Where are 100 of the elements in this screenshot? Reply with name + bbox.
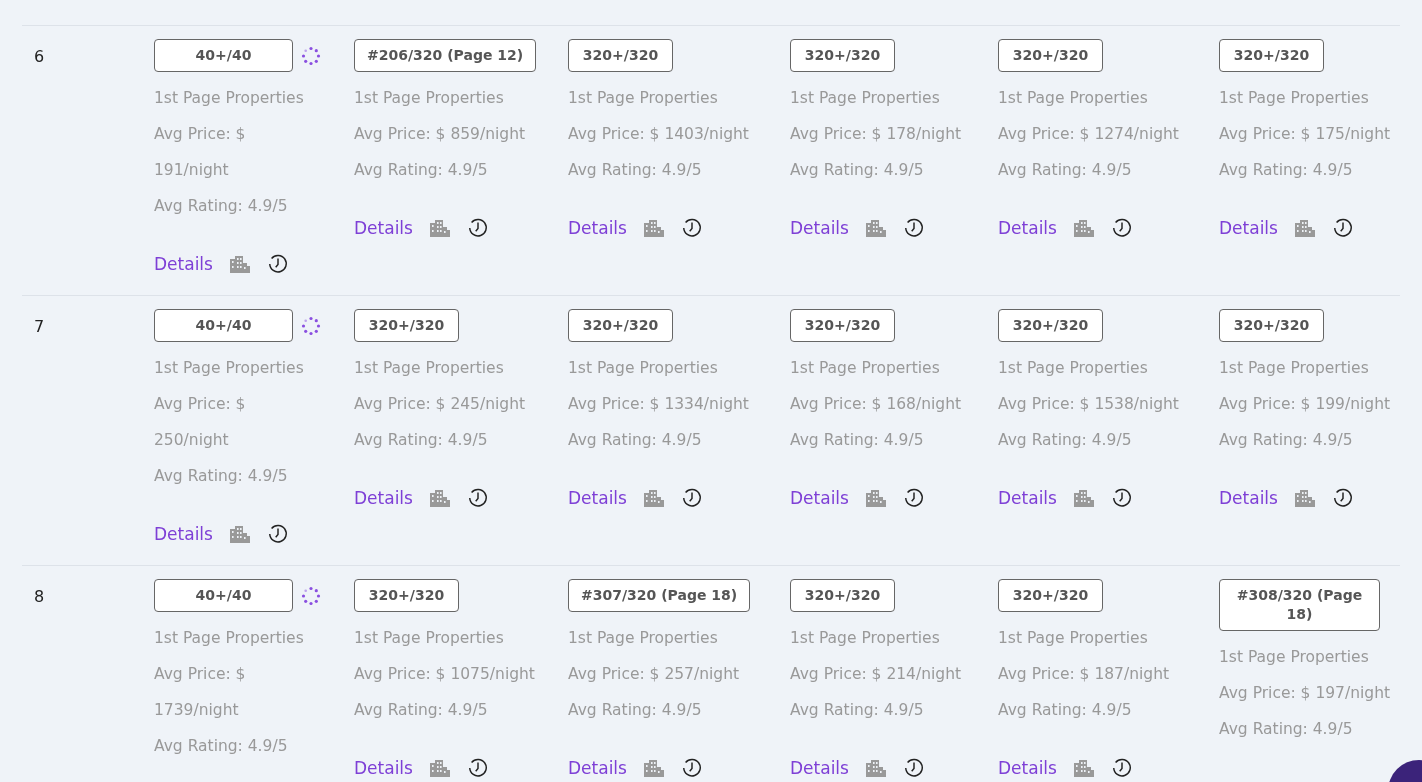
properties-label: 1st Page Properties (790, 358, 940, 379)
details-link[interactable]: Details (998, 218, 1057, 238)
average-price: Avg Price: $ 1403/night (568, 124, 749, 145)
building-icon[interactable] (642, 219, 665, 237)
details-link[interactable]: Details (1219, 218, 1278, 238)
average-rating: Avg Rating: 4.9/5 (568, 700, 702, 721)
properties-label: 1st Page Properties (998, 88, 1148, 109)
average-price: Avg Price: $ 1334/night (568, 394, 749, 415)
average-price: Avg Price: $ 1075/night (354, 664, 535, 685)
clock-icon[interactable] (1110, 757, 1133, 779)
building-icon[interactable] (428, 489, 451, 507)
clock-icon[interactable] (1110, 217, 1133, 239)
details-link[interactable]: Details (154, 524, 213, 544)
details-link[interactable]: Details (568, 758, 627, 778)
building-icon[interactable] (1293, 489, 1316, 507)
average-price: Avg Price: $ 1538/night (998, 394, 1179, 415)
rank-badge: 320+/320 (998, 309, 1103, 342)
details-link[interactable]: Details (154, 254, 213, 274)
clock-icon[interactable] (680, 217, 703, 239)
clock-icon[interactable] (902, 217, 925, 239)
details-link[interactable]: Details (354, 488, 413, 508)
clock-icon[interactable] (902, 487, 925, 509)
average-rating: Avg Rating: 4.9/5 (1219, 160, 1353, 181)
building-icon[interactable] (228, 255, 251, 273)
rank-badge: 320+/320 (568, 309, 673, 342)
details-link[interactable]: Details (998, 488, 1057, 508)
properties-label: 1st Page Properties (790, 88, 940, 109)
details-link[interactable]: Details (1219, 488, 1278, 508)
clock-icon[interactable] (466, 757, 489, 779)
average-price: Avg Price: $ 245/night (354, 394, 526, 415)
details-link[interactable]: Details (568, 218, 627, 238)
rank-badge: 40+/40 (154, 39, 293, 72)
average-rating: Avg Rating: 4.9/5 (1219, 719, 1353, 740)
clock-icon[interactable] (266, 523, 289, 545)
average-rating: Avg Rating: 4.9/5 (154, 736, 288, 757)
rank-badge: 320+/320 (790, 309, 895, 342)
clock-icon[interactable] (466, 487, 489, 509)
average-rating: Avg Rating: 4.9/5 (790, 160, 924, 181)
properties-label: 1st Page Properties (998, 628, 1148, 649)
building-icon[interactable] (1072, 759, 1095, 777)
details-link[interactable]: Details (354, 218, 413, 238)
average-price: Avg Price: $ 168/night (790, 394, 962, 415)
average-rating: Avg Rating: 4.9/5 (354, 430, 488, 451)
properties-label: 1st Page Properties (1219, 358, 1369, 379)
rank-badge: 320+/320 (354, 309, 459, 342)
building-icon[interactable] (864, 219, 887, 237)
building-icon[interactable] (428, 219, 451, 237)
rank-badge: 320+/320 (354, 579, 459, 612)
average-price: Avg Price: $ 859/night (354, 124, 526, 145)
clock-icon[interactable] (680, 757, 703, 779)
average-price: Avg Price: $ 197/night (1219, 683, 1391, 704)
properties-label: 1st Page Properties (354, 88, 504, 109)
building-icon[interactable] (642, 759, 665, 777)
properties-label: 1st Page Properties (568, 628, 718, 649)
details-link[interactable]: Details (998, 758, 1057, 778)
details-link[interactable]: Details (354, 758, 413, 778)
rank-badge: 320+/320 (790, 579, 895, 612)
building-icon[interactable] (428, 759, 451, 777)
average-rating: Avg Rating: 4.9/5 (354, 160, 488, 181)
average-rating: Avg Rating: 4.9/5 (790, 700, 924, 721)
building-icon[interactable] (1293, 219, 1316, 237)
details-link[interactable]: Details (790, 758, 849, 778)
rank-badge: #206/320 (Page 12) (354, 39, 537, 72)
rank-badge: #308/320 (Page 18) (1219, 579, 1380, 631)
average-rating: Avg Rating: 4.9/5 (154, 466, 288, 487)
clock-icon[interactable] (902, 757, 925, 779)
average-price: Avg Price: $ 1274/night (998, 124, 1179, 145)
properties-label: 1st Page Properties (790, 628, 940, 649)
properties-label: 1st Page Properties (154, 628, 304, 649)
rank-badge: 40+/40 (154, 579, 293, 612)
details-link[interactable]: Details (568, 488, 627, 508)
rank-badge: 320+/320 (1219, 39, 1324, 72)
building-icon[interactable] (642, 489, 665, 507)
clock-icon[interactable] (266, 253, 289, 275)
rank-badge: 320+/320 (998, 39, 1103, 72)
clock-icon[interactable] (1331, 487, 1354, 509)
properties-label: 1st Page Properties (354, 628, 504, 649)
clock-icon[interactable] (680, 487, 703, 509)
clock-icon[interactable] (1110, 487, 1133, 509)
building-icon[interactable] (864, 759, 887, 777)
building-icon[interactable] (228, 525, 251, 543)
average-rating: Avg Rating: 4.9/5 (154, 196, 288, 217)
clock-icon[interactable] (1331, 217, 1354, 239)
building-icon[interactable] (864, 489, 887, 507)
building-icon[interactable] (1072, 489, 1095, 507)
average-rating: Avg Rating: 4.9/5 (998, 430, 1132, 451)
details-link[interactable]: Details (790, 488, 849, 508)
properties-label: 1st Page Properties (568, 88, 718, 109)
average-rating: Avg Rating: 4.9/5 (1219, 430, 1353, 451)
clock-icon[interactable] (466, 217, 489, 239)
average-rating: Avg Rating: 4.9/5 (790, 430, 924, 451)
average-price: Avg Price: $ 191/night (154, 124, 247, 181)
average-price: Avg Price: $ 1739/night (154, 664, 247, 721)
details-link[interactable]: Details (790, 218, 849, 238)
average-rating: Avg Rating: 4.9/5 (568, 160, 702, 181)
properties-label: 1st Page Properties (154, 88, 304, 109)
rank-badge: 40+/40 (154, 309, 293, 342)
loading-spinner-icon (301, 585, 321, 606)
building-icon[interactable] (1072, 219, 1095, 237)
average-price: Avg Price: $ 257/night (568, 664, 740, 685)
